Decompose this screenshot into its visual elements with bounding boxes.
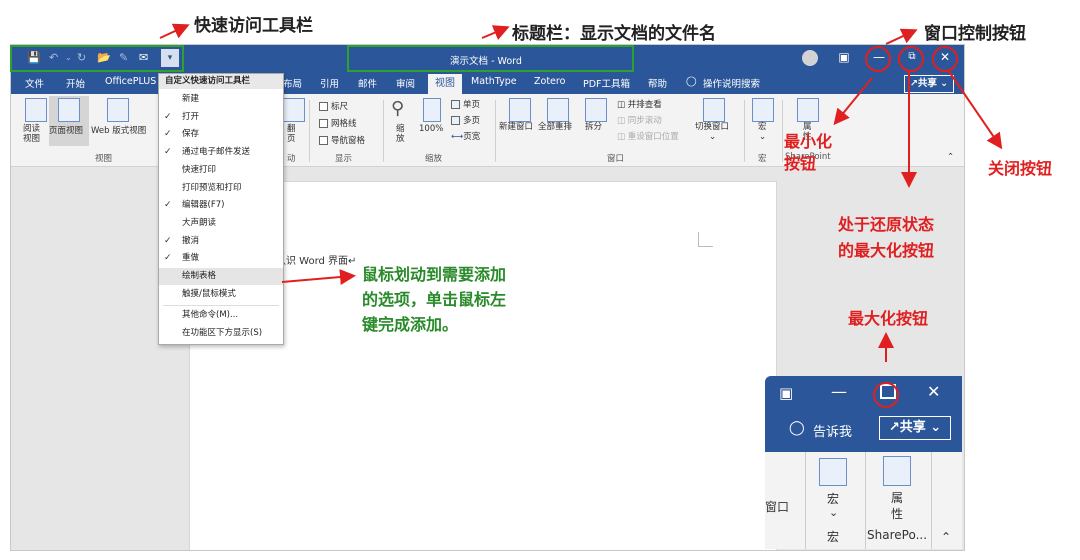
- instruction-arrow: [281, 269, 356, 285]
- restore-annotation: 处于还原状态 的最大化按钮: [838, 215, 935, 260]
- close-arrow: [947, 69, 1003, 150]
- qat-arrow: [159, 23, 190, 39]
- window-controls-annotation: 窗口控制按钮: [924, 24, 1026, 44]
- qat-annotation: 快速访问工具栏: [194, 16, 313, 36]
- titlebar-annotation: 标题栏：显示文档的文件名: [512, 24, 716, 44]
- maximize-annotation: 最大化按钮: [848, 309, 929, 328]
- close-annotation: 关闭按钮: [988, 159, 1053, 178]
- titlebar-arrow: [481, 25, 510, 40]
- instruction-annotation: 鼠标划动到需要添加 的选项，单击鼠标左 键完成添加。: [362, 265, 507, 334]
- minimize-arrow: [833, 77, 873, 126]
- annotation-arrows: [159, 23, 1003, 362]
- minimize-annotation: 最小化 按钮: [784, 132, 833, 173]
- window-controls-arrow: [885, 28, 918, 45]
